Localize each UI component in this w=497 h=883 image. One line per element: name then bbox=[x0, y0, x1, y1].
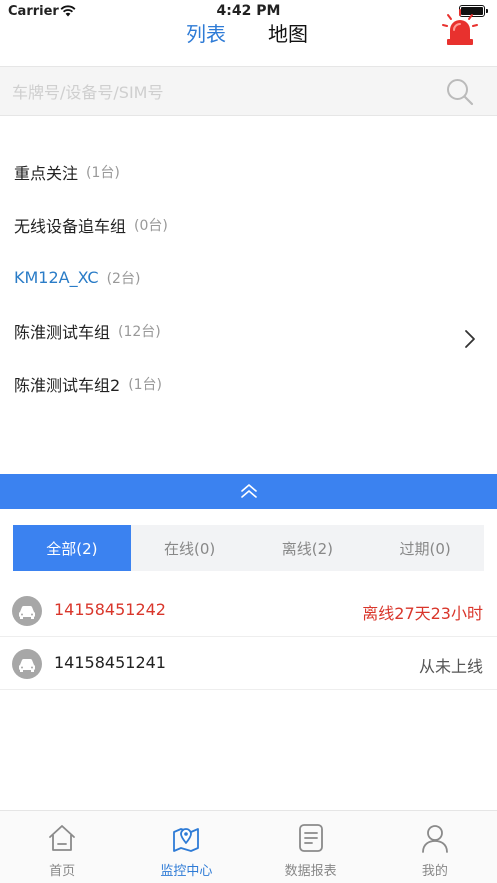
group-name: KM12A_XC bbox=[14, 268, 99, 287]
group-name: 无线设备追车组 bbox=[14, 216, 127, 236]
tab-map[interactable]: 地图 bbox=[268, 18, 308, 47]
tab-list[interactable]: 列表 bbox=[186, 18, 226, 47]
group-count: (0台) bbox=[134, 217, 168, 234]
group-item[interactable]: KM12A_XC (2台) bbox=[0, 251, 497, 304]
chevron-double-up-icon bbox=[241, 484, 257, 498]
tab-home[interactable]: 首页 bbox=[0, 811, 124, 883]
group-name: 陈淮测试车组2 bbox=[14, 375, 121, 395]
search-input[interactable] bbox=[12, 79, 432, 105]
alarm-light-icon[interactable] bbox=[442, 8, 478, 48]
chevron-right-icon[interactable] bbox=[463, 328, 477, 350]
vehicle-status: 从未上线 bbox=[418, 657, 483, 676]
group-item[interactable]: 重点关注 (1台) bbox=[0, 145, 497, 198]
tab-reports[interactable]: 数据报表 bbox=[249, 811, 373, 883]
filter-tab-expired[interactable]: 过期(0) bbox=[366, 525, 484, 571]
group-item[interactable]: 陈淮测试车组2 (1台) bbox=[0, 357, 497, 410]
vehicle-list: 14158451242 离线27天23小时 14158451241 从未上线 bbox=[0, 584, 497, 690]
status-filter-tabs: 全部(2) 在线(0) 离线(2) 过期(0) bbox=[13, 525, 484, 571]
report-icon bbox=[298, 824, 323, 852]
status-time: 4:42 PM bbox=[216, 3, 281, 19]
vehicle-id: 14158451241 bbox=[54, 653, 166, 672]
collapse-toggle[interactable] bbox=[0, 474, 497, 509]
vehicle-id: 14158451242 bbox=[54, 600, 166, 619]
tab-monitor[interactable]: 监控中心 bbox=[124, 811, 248, 883]
vehicle-row[interactable]: 14158451241 从未上线 bbox=[0, 637, 497, 690]
bottom-tab-bar: 首页 监控中心 数据报表 我的 bbox=[0, 810, 497, 883]
page: Carrier 4:42 PM 列表 地图 重点关注 (1台 bbox=[0, 0, 497, 883]
group-count: (1台) bbox=[128, 376, 163, 393]
tab-profile[interactable]: 我的 bbox=[373, 811, 497, 883]
group-item[interactable]: 无线设备追车组 (0台) bbox=[0, 198, 497, 251]
group-count: (1台) bbox=[86, 164, 120, 181]
group-count: (2台) bbox=[106, 270, 141, 287]
tab-label: 监控中心 bbox=[160, 864, 213, 879]
tab-label: 数据报表 bbox=[284, 864, 337, 879]
group-item[interactable]: 陈淮测试车组 (12台) bbox=[0, 304, 497, 357]
group-list: 重点关注 (1台) 无线设备追车组 (0台) KM12A_XC (2台) 陈淮测… bbox=[0, 145, 497, 410]
search-bar bbox=[0, 66, 497, 116]
filter-tab-offline[interactable]: 离线(2) bbox=[249, 525, 367, 571]
vehicle-row[interactable]: 14158451242 离线27天23小时 bbox=[0, 584, 497, 637]
home-icon bbox=[49, 825, 76, 851]
map-pin-icon bbox=[173, 828, 200, 852]
group-name: 重点关注 bbox=[14, 163, 79, 183]
group-count: (12台) bbox=[118, 323, 161, 340]
vehicle-status: 离线27天23小时 bbox=[362, 604, 483, 623]
tab-label: 首页 bbox=[49, 864, 76, 879]
car-icon bbox=[12, 649, 42, 679]
tab-label: 我的 bbox=[421, 864, 448, 879]
user-icon bbox=[421, 825, 448, 853]
view-switcher: 列表 地图 bbox=[0, 18, 497, 48]
filter-tab-all[interactable]: 全部(2) bbox=[13, 525, 131, 571]
car-icon bbox=[12, 596, 42, 626]
search-icon[interactable] bbox=[445, 77, 475, 107]
group-name: 陈淮测试车组 bbox=[14, 322, 111, 342]
filter-tab-online[interactable]: 在线(0) bbox=[131, 525, 249, 571]
